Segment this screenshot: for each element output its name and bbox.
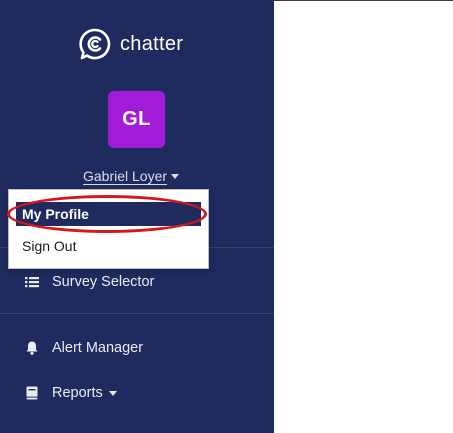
menu-item-label: Sign Out [22,238,77,254]
caret-down-icon [171,173,180,179]
nav-item-reports[interactable]: Reports [24,385,117,401]
nav-item-label: Alert Manager [52,340,144,356]
menu-item-label: My Profile [22,206,89,222]
nav-item-label: Survey Selector [52,274,155,290]
user-name: Gabriel Loyer [83,168,168,184]
user-menu-toggle[interactable]: Gabriel Loyer [83,168,180,184]
divider [0,313,274,314]
brand-logo[interactable]: chatter [78,26,183,62]
brand-name: chatter [120,32,184,55]
menu-item-sign-out[interactable]: Sign Out [16,234,201,258]
app-page: chatter GL Gabriel Loyer Survey Selector [0,0,453,433]
user-dropdown-menu: My Profile Sign Out [8,189,209,269]
list-icon [25,277,39,288]
nav-item-label: Reports [52,385,103,401]
content-top-border [274,0,453,1]
menu-item-my-profile[interactable]: My Profile [16,202,201,226]
bell-icon [26,341,38,355]
avatar[interactable]: GL [108,91,165,148]
caret-down-icon [108,390,117,396]
nav-item-alert-manager[interactable]: Alert Manager [24,340,143,356]
book-icon [26,386,38,400]
chat-bubble-c-icon [79,28,111,60]
nav-item-survey-selector[interactable]: Survey Selector [24,274,154,290]
